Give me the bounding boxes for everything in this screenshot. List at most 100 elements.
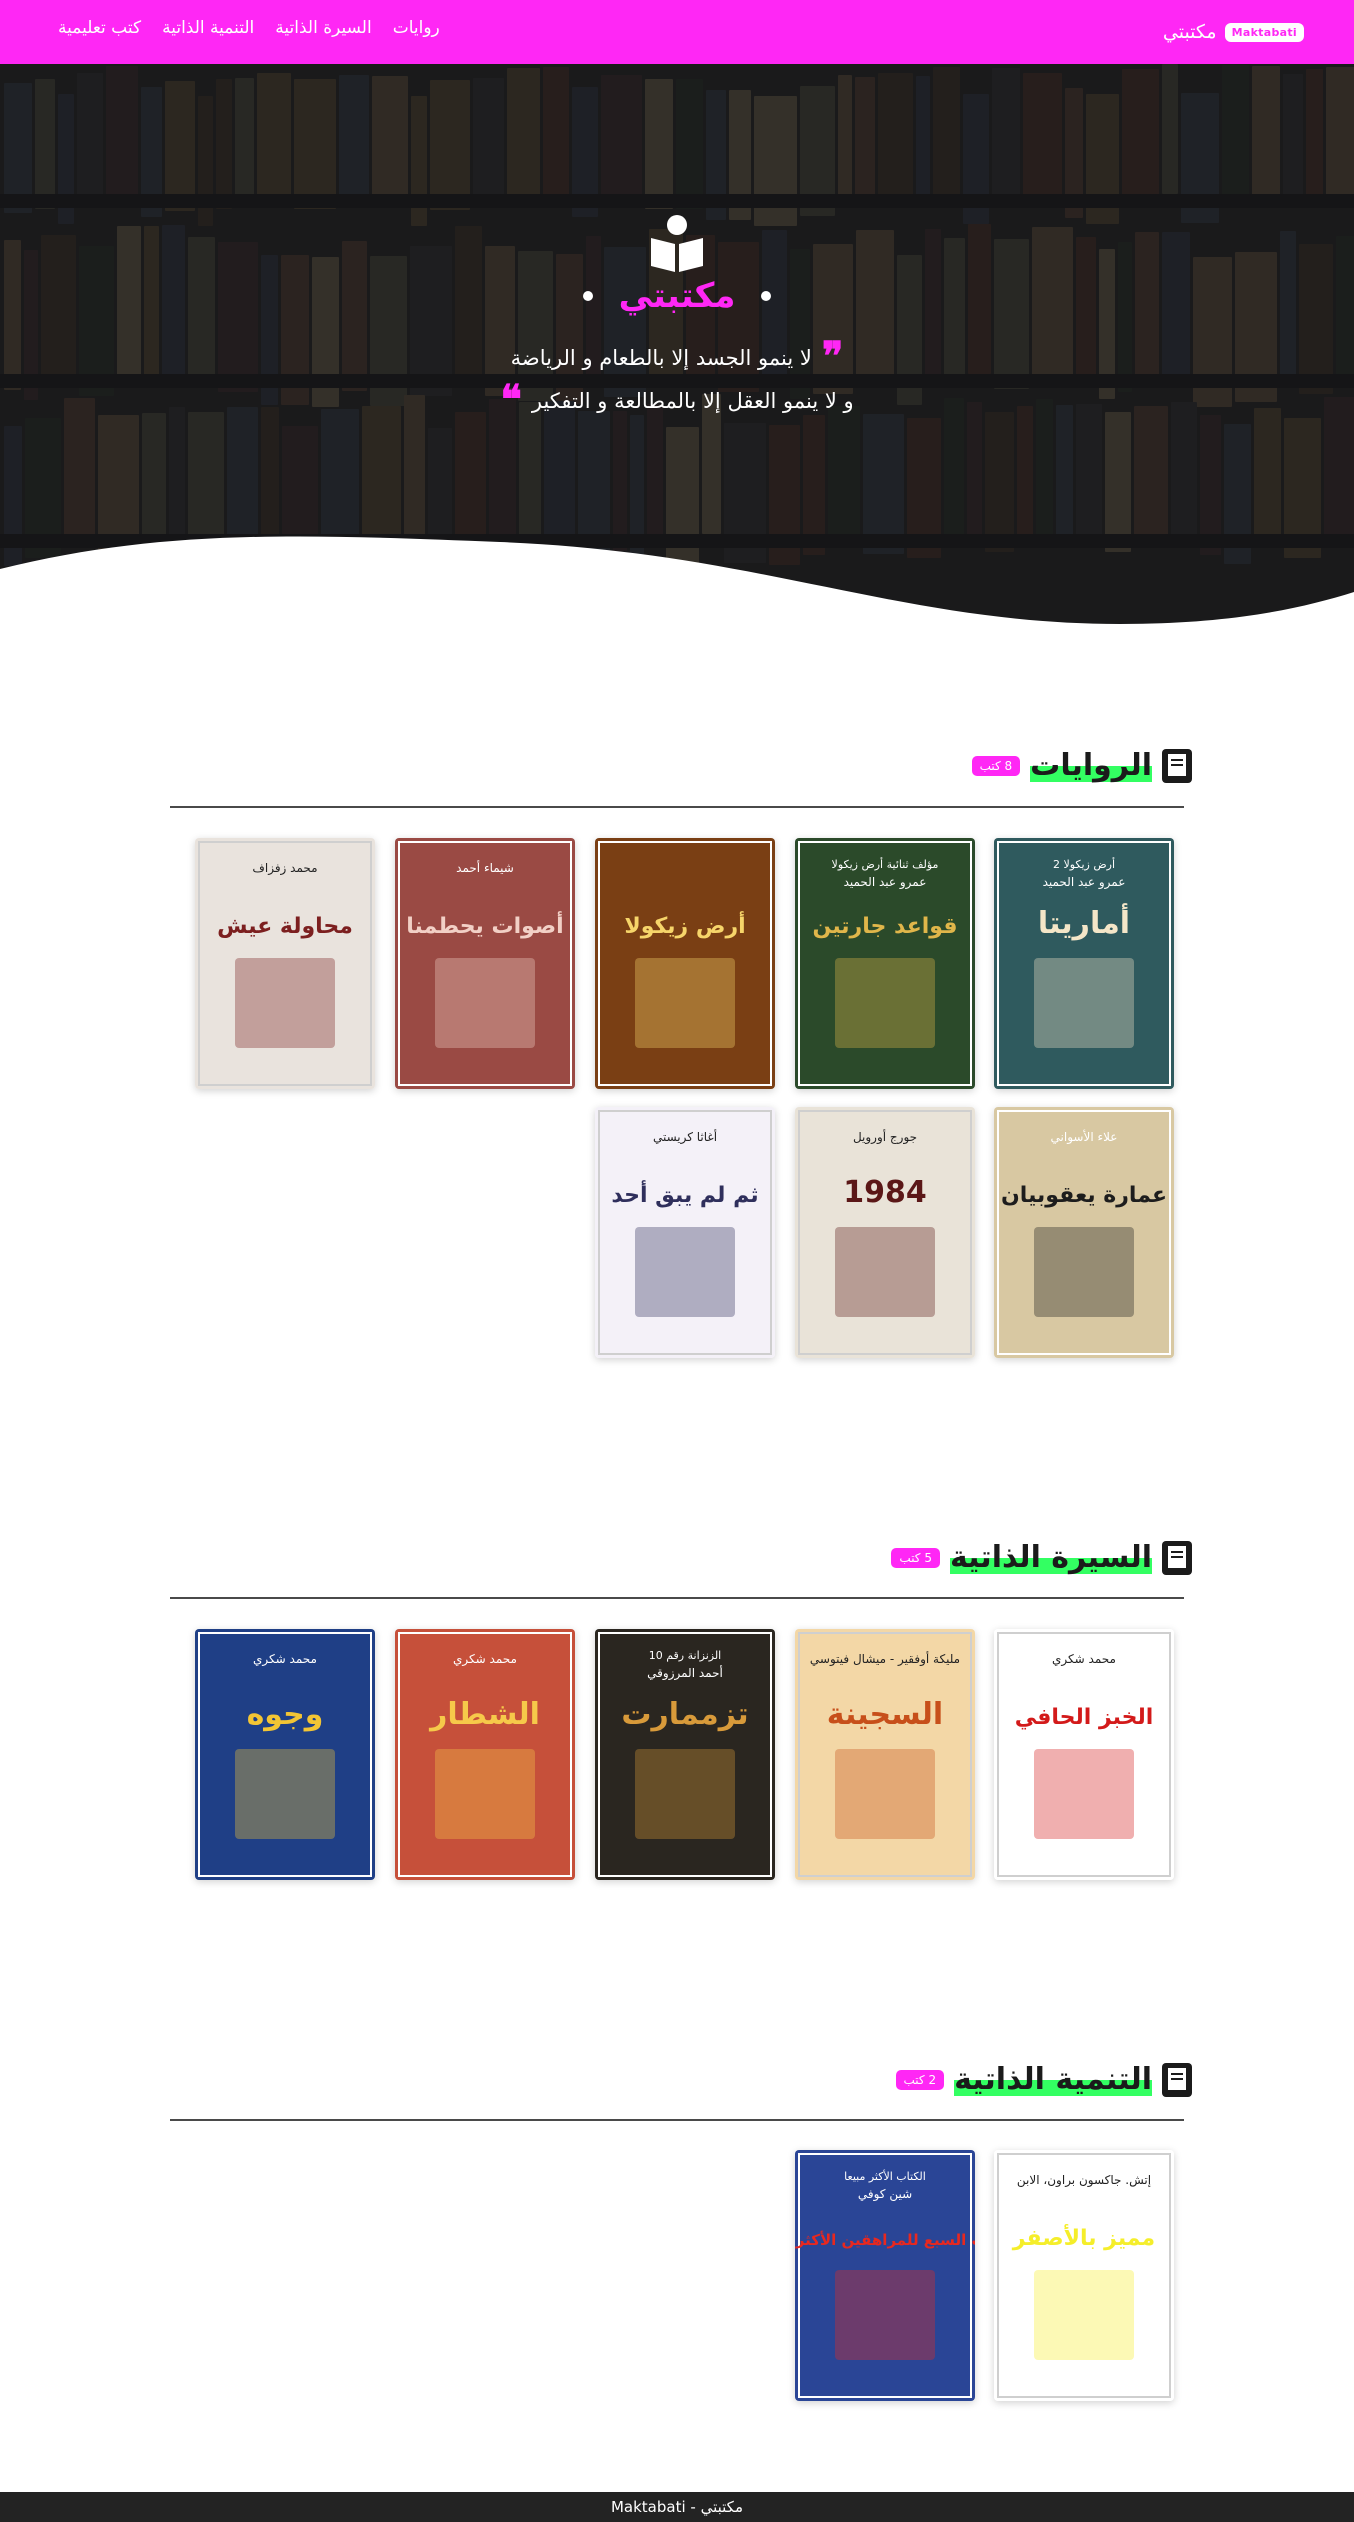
svg-text:أرض زيكولا: أرض زيكولا <box>624 910 745 939</box>
svg-text:السجينة: السجينة <box>827 1697 943 1732</box>
svg-text:شيماء أحمد: شيماء أحمد <box>456 860 514 875</box>
book-card[interactable]: مليكة أوفقير - ميشال فيتوسي السجينة <box>795 1629 975 1880</box>
book-card[interactable]: أغاثا كريستي ثم لم يبق أحد <box>595 1107 775 1358</box>
svg-text:مميز بالأصفر: مميز بالأصفر <box>1012 2223 1155 2251</box>
reader-icon <box>651 215 703 272</box>
svg-text:عمارة يعقوبيان: عمارة يعقوبيان <box>1001 1183 1167 1208</box>
svg-text:ثم لم يبق أحد: ثم لم يبق أحد <box>611 1179 758 1208</box>
svg-text:1984: 1984 <box>843 1175 927 1210</box>
nav-link-self-development[interactable]: التنمية الذاتية <box>162 18 254 38</box>
svg-text:محمد زفزاف: محمد زفزاف <box>252 861 317 876</box>
svg-text:شين كوفي: شين كوفي <box>858 2187 912 2202</box>
hero-title: مكتبتي <box>618 276 736 316</box>
brand-badge[interactable]: Maktabati <box>1224 22 1304 42</box>
quote-line-2: و لا ينمو العقل إلا بالمطالعة و التفكير … <box>0 376 1354 423</box>
nav-link-biography[interactable]: السيرة الذاتية <box>275 18 371 38</box>
book-icon <box>1162 1541 1192 1575</box>
brand-text[interactable]: مكتبتي <box>1163 21 1217 43</box>
section-divider <box>170 806 1184 808</box>
svg-text:وجوه: وجوه <box>247 1697 324 1732</box>
svg-text:مليكة أوفقير - ميشال فيتوسي: مليكة أوفقير - ميشال فيتوسي <box>810 1651 960 1667</box>
section-divider <box>170 1597 1184 1599</box>
svg-text:مؤلف ثنائية أرض زيكولا: مؤلف ثنائية أرض زيكولا <box>832 857 939 871</box>
svg-text:العادات السبع للمراهقين الأكثر: العادات السبع للمراهقين الأكثر فعالية <box>795 2231 975 2249</box>
svg-text:الزنزانة رقم 10: الزنزانة رقم 10 <box>649 1649 722 1662</box>
svg-text:الشطار: الشطار <box>428 1697 540 1732</box>
book-icon <box>1162 749 1192 783</box>
svg-text:محاولة عيش: محاولة عيش <box>217 914 353 939</box>
svg-text:أرض زيكولا 2: أرض زيكولا 2 <box>1053 857 1115 871</box>
quote-open-icon: ❞ <box>821 333 844 380</box>
book-cover: الزنزانة رقم 10 أحمد المرزوقي تزممارت <box>595 1629 775 1880</box>
svg-text:إتش. جاكسون براون، الابن: إتش. جاكسون براون، الابن <box>1017 2173 1151 2188</box>
book-card[interactable]: جورج أورويل 1984 <box>795 1107 975 1358</box>
hero: مكتبتي ❞ لا ينمو الجسد إلا بالطعام و الر… <box>0 64 1354 634</box>
quote-text-1: لا ينمو الجسد إلا بالطعام و الرياضة <box>510 346 812 370</box>
book-cover: جورج أورويل 1984 <box>795 1107 975 1358</box>
section-title: السيرة الذاتية <box>949 1540 1152 1575</box>
book-cover: محمد شكري وجوه <box>195 1629 375 1880</box>
book-card[interactable]: الزنزانة رقم 10 أحمد المرزوقي تزممارت <box>595 1629 775 1880</box>
brand[interactable]: مكتبتي Maktabati <box>1163 18 1304 46</box>
book-count-badge: 8 كتب <box>971 756 1021 776</box>
book-cover: محمد زفزاف محاولة عيش <box>195 838 375 1089</box>
section-title: الروايات <box>1030 748 1152 783</box>
quote-text-2: و لا ينمو العقل إلا بالمطالعة و التفكير <box>531 389 854 413</box>
svg-text:علاء الأسواني: علاء الأسواني <box>1051 1129 1118 1145</box>
book-cover: أرض زيكولا <box>595 838 775 1089</box>
book-cover: مؤلف ثنائية أرض زيكولا عمرو عبد الحميد قوا… <box>795 838 975 1089</box>
nav-link-educational[interactable]: كتب تعليمية <box>58 18 141 38</box>
svg-text:الخبز الحافي: الخبز الحافي <box>1015 1705 1154 1730</box>
svg-text:محمد شكري: محمد شكري <box>453 1652 517 1667</box>
svg-text:محمد شكري: محمد شكري <box>1052 1652 1116 1667</box>
book-cover: محمد شكري الشطار <box>395 1629 575 1880</box>
book-card[interactable]: إتش. جاكسون براون، الابن مميز بالأصفر <box>994 2150 1174 2401</box>
book-card[interactable]: محمد زفزاف محاولة عيش <box>195 838 375 1089</box>
book-card[interactable]: محمد شكري وجوه <box>195 1629 375 1880</box>
section-header-self-development: التنمية الذاتية 2 كتب <box>895 2062 1192 2098</box>
book-card[interactable]: أرض زيكولا <box>595 838 775 1089</box>
svg-text:محمد شكري: محمد شكري <box>253 1652 317 1667</box>
navbar: مكتبتي Maktabati روايات السيرة الذاتية ا… <box>0 0 1354 64</box>
book-count-badge: 5 كتب <box>891 1548 940 1568</box>
book-card[interactable]: محمد شكري الشطار <box>395 1629 575 1880</box>
svg-text:أحمد المرزوقي: أحمد المرزوقي <box>647 1665 723 1681</box>
book-cover: مليكة أوفقير - ميشال فيتوسي السجينة <box>795 1629 975 1880</box>
section-title: التنمية الذاتية <box>954 2062 1152 2097</box>
svg-text:أغاثا كريستي: أغاثا كريستي <box>653 1129 717 1145</box>
section-header-biography: السيرة الذاتية 5 كتب <box>891 1540 1192 1576</box>
book-count-badge: 2 كتب <box>895 2070 945 2090</box>
svg-text:تزممارت: تزممارت <box>621 1697 748 1732</box>
nav-link-novels[interactable]: روايات <box>393 18 440 38</box>
footer: Maktabati - مكتبتي <box>0 2492 1354 2522</box>
book-cover: شيماء أحمد أصوات يحطمنا <box>395 838 575 1089</box>
quote-close-icon: ❝ <box>500 376 522 423</box>
book-icon <box>1162 2063 1192 2097</box>
svg-text:عمرو عبد الحميد: عمرو عبد الحميد <box>1043 875 1126 890</box>
dot-icon <box>582 291 593 301</box>
svg-text:قواعد جارتين: قواعد جارتين <box>813 914 958 939</box>
book-cover: إتش. جاكسون براون، الابن مميز بالأصفر <box>994 2150 1174 2401</box>
dot-icon <box>761 291 772 301</box>
book-card[interactable]: مؤلف ثنائية أرض زيكولا عمرو عبد الحميد قوا… <box>795 838 975 1089</box>
book-cover: أغاثا كريستي ثم لم يبق أحد <box>595 1107 775 1358</box>
svg-text:جورج أورويل: جورج أورويل <box>853 1129 917 1145</box>
nav-links: روايات السيرة الذاتية التنمية الذاتية كت… <box>58 18 440 38</box>
hero-title-row: مكتبتي <box>0 276 1354 316</box>
book-cover: علاء الأسواني عمارة يعقوبيان <box>994 1107 1174 1358</box>
quote-line-1: ❞ لا ينمو الجسد إلا بالطعام و الرياضة <box>0 333 1354 380</box>
book-card[interactable]: شيماء أحمد أصوات يحطمنا <box>395 838 575 1089</box>
svg-text:الكتاب الأكثر مبيعا: الكتاب الأكثر مبيعا <box>844 2169 926 2183</box>
svg-text:عمرو عبد الحميد: عمرو عبد الحميد <box>844 875 927 890</box>
book-cover: محمد شكري الخبز الحافي <box>994 1629 1174 1880</box>
book-card[interactable]: علاء الأسواني عمارة يعقوبيان <box>994 1107 1174 1358</box>
section-header-novels: الروايات 8 كتب <box>971 748 1192 784</box>
section-divider <box>170 2119 1184 2121</box>
svg-text:أماريتا: أماريتا <box>1038 903 1130 941</box>
book-cover: الكتاب الأكثر مبيعا شين كوفي العادات السبع… <box>795 2150 975 2401</box>
book-card[interactable]: الكتاب الأكثر مبيعا شين كوفي العادات السبع… <box>795 2150 975 2401</box>
book-cover: أرض زيكولا 2 عمرو عبد الحميد أماريتا <box>994 838 1174 1089</box>
svg-text:أصوات يحطمنا: أصوات يحطمنا <box>406 910 563 939</box>
book-card[interactable]: أرض زيكولا 2 عمرو عبد الحميد أماريتا <box>994 838 1174 1089</box>
book-card[interactable]: محمد شكري الخبز الحافي <box>994 1629 1174 1880</box>
